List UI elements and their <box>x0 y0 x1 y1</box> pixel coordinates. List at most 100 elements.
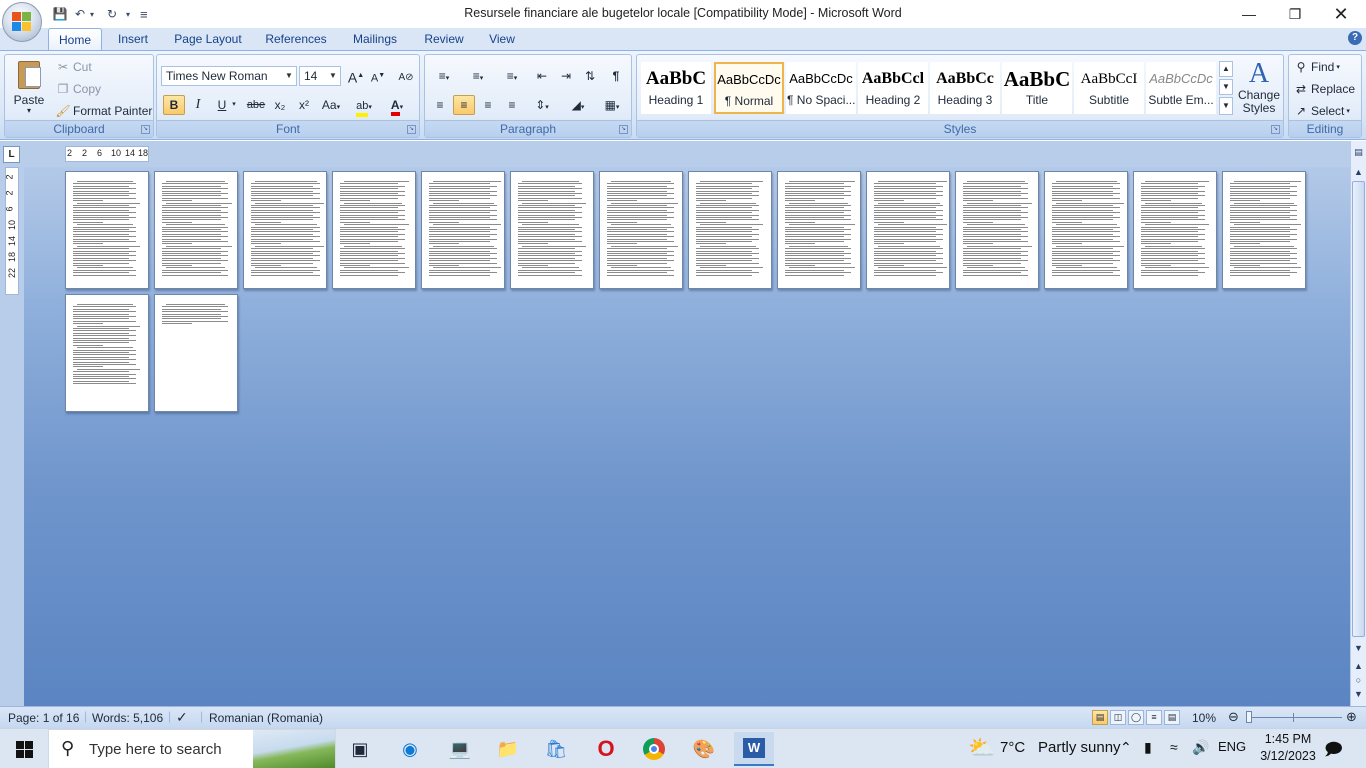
zoom-slider-thumb[interactable] <box>1246 711 1252 723</box>
page-thumbnail[interactable] <box>421 171 505 289</box>
change-case-button[interactable]: Aa▾ <box>317 95 345 115</box>
page-thumbnail[interactable] <box>65 171 149 289</box>
file-explorer-icon[interactable]: 📁 <box>492 735 524 763</box>
sort-button[interactable]: ⇅ <box>579 66 601 86</box>
styles-more[interactable]: ▼ <box>1219 97 1233 115</box>
restore-button[interactable]: ❐ <box>1272 0 1318 28</box>
previous-page-icon[interactable]: ▲ <box>1352 661 1365 671</box>
style-normal[interactable]: AaBbCcDc ¶ Normal <box>714 62 784 114</box>
battery-icon[interactable]: ▮ <box>1144 739 1152 756</box>
paint-icon[interactable]: 🎨 <box>688 735 720 763</box>
scroll-down-icon[interactable]: ▼ <box>1352 643 1365 653</box>
weather-temp[interactable]: 7°C <box>1000 739 1025 756</box>
change-styles-button[interactable]: A Change Styles <box>1237 59 1281 117</box>
page-indicator[interactable]: Page: 1 of 16 <box>8 711 79 725</box>
page-thumbnail[interactable] <box>243 171 327 289</box>
taskbar-search[interactable]: ⚲ Type here to search <box>48 729 336 768</box>
clear-formatting-button[interactable]: A⊘ <box>395 66 417 86</box>
wifi-icon[interactable]: ≈ <box>1170 739 1178 755</box>
minimize-button[interactable]: — <box>1226 0 1272 28</box>
tab-selector[interactable]: L <box>3 146 20 163</box>
tab-home[interactable]: Home <box>48 28 102 51</box>
page-thumbnail[interactable] <box>955 171 1039 289</box>
shading-button[interactable]: ◢▾ <box>563 95 593 115</box>
start-button[interactable] <box>8 735 40 763</box>
select-button[interactable]: ↗ Select ▾ <box>1293 103 1350 119</box>
word-taskbar-icon[interactable]: W <box>734 732 774 766</box>
tab-view[interactable]: View <box>482 28 522 50</box>
draft-view-icon[interactable]: ▤ <box>1164 710 1180 725</box>
tab-insert[interactable]: Insert <box>108 28 158 50</box>
opera-icon[interactable]: O <box>590 735 622 763</box>
copy-button[interactable]: ❐ Copy <box>55 81 101 97</box>
office-button[interactable] <box>2 2 42 42</box>
web-layout-view-icon[interactable]: ◯ <box>1128 710 1144 725</box>
chrome-icon[interactable] <box>638 735 670 763</box>
page-thumbnail[interactable] <box>332 171 416 289</box>
multilevel-list-button[interactable]: ≡▾ <box>497 66 527 86</box>
ruler-toggle-icon[interactable]: ▤ <box>1352 147 1365 158</box>
edge-icon[interactable]: ◉ <box>394 735 426 763</box>
underline-dropdown[interactable]: ▾ <box>229 95 239 115</box>
style-heading-3[interactable]: AaBbCc Heading 3 <box>930 62 1000 114</box>
style-subtle-emphasis[interactable]: AaBbCcDc Subtle Em... <box>1146 62 1216 114</box>
font-size-combo[interactable]: 14 ▼ <box>299 66 341 86</box>
select-browse-object-icon[interactable]: ○ <box>1352 675 1365 685</box>
format-painter-button[interactable]: 🖌 Format Painter <box>55 103 152 119</box>
strikethrough-button[interactable]: abe <box>245 95 267 115</box>
store-icon[interactable]: 🛍 <box>540 735 572 763</box>
paragraph-launcher-icon[interactable]: ↘ <box>619 125 628 134</box>
tab-references[interactable]: References <box>258 28 334 50</box>
scroll-thumb[interactable] <box>1352 181 1365 637</box>
style-no-spacing[interactable]: AaBbCcDc ¶ No Spaci... <box>786 62 856 114</box>
line-spacing-button[interactable]: ⇕▾ <box>527 95 557 115</box>
page-thumbnail[interactable] <box>65 294 149 412</box>
next-page-icon[interactable]: ▼ <box>1352 689 1365 699</box>
align-right-button[interactable]: ≡ <box>477 95 499 115</box>
zoom-level[interactable]: 10% <box>1192 711 1216 725</box>
page-thumbnail[interactable] <box>777 171 861 289</box>
vertical-ruler[interactable]: 2 2 6 10 14 18 22 <box>5 167 19 295</box>
tab-review[interactable]: Review <box>418 28 470 50</box>
tab-page-layout[interactable]: Page Layout <box>168 28 248 50</box>
clock-time[interactable]: 1:45 PM <box>1260 732 1316 746</box>
task-view-icon[interactable]: ▣ <box>344 735 376 763</box>
style-title[interactable]: AaBbC Title <box>1002 62 1072 114</box>
font-family-combo[interactable]: Times New Roman ▼ <box>161 66 297 86</box>
page-thumbnail[interactable] <box>510 171 594 289</box>
volume-icon[interactable]: 🔊 <box>1192 739 1209 756</box>
align-center-button[interactable]: ≡ <box>453 95 475 115</box>
tab-mailings[interactable]: Mailings <box>344 28 406 50</box>
proofing-icon[interactable]: ✓ <box>176 709 188 726</box>
page-thumbnail[interactable] <box>1133 171 1217 289</box>
scroll-up-icon[interactable]: ▲ <box>1352 167 1365 177</box>
word-count[interactable]: Words: 5,106 <box>92 711 163 725</box>
help-icon[interactable]: ? <box>1348 31 1362 45</box>
print-layout-view-icon[interactable]: ▤ <box>1092 710 1108 725</box>
shrink-font-button[interactable]: A▼ <box>367 66 389 86</box>
justify-button[interactable]: ≡ <box>501 95 523 115</box>
page-thumbnail[interactable] <box>154 171 238 289</box>
styles-scroll-down[interactable]: ▼ <box>1219 79 1233 95</box>
horizontal-ruler[interactable]: 2 2 6 10 14 18 <box>65 146 149 162</box>
italic-button[interactable]: I <box>187 95 209 115</box>
vertical-scrollbar[interactable]: ▤ ▲ ▼ ▲ ○ ▼ <box>1350 141 1366 706</box>
language-indicator-taskbar[interactable]: ENG <box>1218 739 1246 754</box>
superscript-button[interactable]: x² <box>293 95 315 115</box>
weather-icon[interactable]: ⛅ <box>968 735 995 761</box>
font-color-button[interactable]: A▾ <box>383 95 411 116</box>
page-thumbnail[interactable] <box>1222 171 1306 289</box>
borders-button[interactable]: ▦▾ <box>597 95 627 115</box>
style-heading-2[interactable]: AaBbCcl Heading 2 <box>858 62 928 114</box>
pc-app-icon[interactable]: 💻 <box>444 735 476 763</box>
font-launcher-icon[interactable]: ↘ <box>407 125 416 134</box>
replace-button[interactable]: ⇄ Replace <box>1293 81 1355 97</box>
page-thumbnail[interactable] <box>1044 171 1128 289</box>
page-thumbnail[interactable] <box>599 171 683 289</box>
page-thumbnail[interactable] <box>866 171 950 289</box>
show-formatting-button[interactable]: ¶ <box>605 66 627 86</box>
close-button[interactable]: ✕ <box>1318 0 1364 28</box>
bold-button[interactable]: B <box>163 95 185 115</box>
cut-button[interactable]: ✂ Cut <box>55 59 92 75</box>
full-screen-reading-view-icon[interactable]: ◫ <box>1110 710 1126 725</box>
